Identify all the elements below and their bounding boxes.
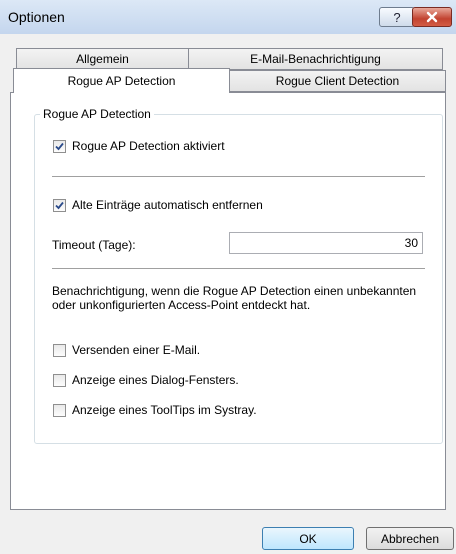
tab-label: Rogue AP Detection xyxy=(67,74,176,88)
cancel-label: Abbrechen xyxy=(380,531,440,546)
help-icon: ? xyxy=(393,9,401,25)
tab-label: Rogue Client Detection xyxy=(275,74,400,88)
tab-allgemein[interactable]: Allgemein xyxy=(16,48,189,70)
notification-description: Benachrichtigung, wenn die Rogue AP Dete… xyxy=(52,284,417,312)
checkbox-box xyxy=(53,198,66,212)
checkbox-box xyxy=(53,403,66,417)
option-label: Anzeige eines Dialog-Fensters. xyxy=(72,373,239,387)
close-button[interactable] xyxy=(412,7,452,27)
tab-rogue-client-detection[interactable]: Rogue Client Detection xyxy=(229,70,446,92)
enable-detection-checkbox[interactable]: Rogue AP Detection aktiviert xyxy=(53,139,225,153)
title-bar: Optionen ? xyxy=(0,0,456,34)
option-dialog-checkbox[interactable]: Anzeige eines Dialog-Fensters. xyxy=(53,373,239,387)
tab-label: Allgemein xyxy=(76,52,129,66)
timeout-label: Timeout (Tage): xyxy=(52,238,136,252)
option-tooltip-checkbox[interactable]: Anzeige eines ToolTips im Systray. xyxy=(53,403,257,417)
checkmark-icon xyxy=(55,201,64,209)
separator xyxy=(52,268,425,269)
checkbox-box xyxy=(53,373,66,387)
tab-label: E-Mail-Benachrichtigung xyxy=(250,52,381,66)
auto-remove-checkbox[interactable]: Alte Einträge automatisch entfernen xyxy=(53,198,263,212)
option-email-checkbox[interactable]: Versenden einer E-Mail. xyxy=(53,343,200,357)
ok-button[interactable]: OK xyxy=(262,527,354,550)
window-title: Optionen xyxy=(8,9,65,25)
enable-detection-label: Rogue AP Detection aktiviert xyxy=(72,139,225,153)
checkmark-icon xyxy=(55,142,64,150)
auto-remove-label: Alte Einträge automatisch entfernen xyxy=(72,198,263,212)
checkbox-box xyxy=(53,343,66,357)
close-icon xyxy=(426,11,438,23)
help-button[interactable]: ? xyxy=(379,7,415,27)
cancel-button[interactable]: Abbrechen xyxy=(366,527,454,550)
tab-rogue-ap-detection[interactable]: Rogue AP Detection xyxy=(13,68,230,93)
option-label: Anzeige eines ToolTips im Systray. xyxy=(72,403,257,417)
rogue-ap-group xyxy=(34,114,443,444)
tab-email-benachrichtigung[interactable]: E-Mail-Benachrichtigung xyxy=(188,48,443,70)
timeout-input[interactable]: 30 xyxy=(229,232,423,254)
checkbox-box xyxy=(53,139,66,153)
ok-label: OK xyxy=(299,531,317,546)
separator xyxy=(52,176,425,177)
group-title: Rogue AP Detection xyxy=(40,107,154,121)
option-label: Versenden einer E-Mail. xyxy=(72,343,201,357)
